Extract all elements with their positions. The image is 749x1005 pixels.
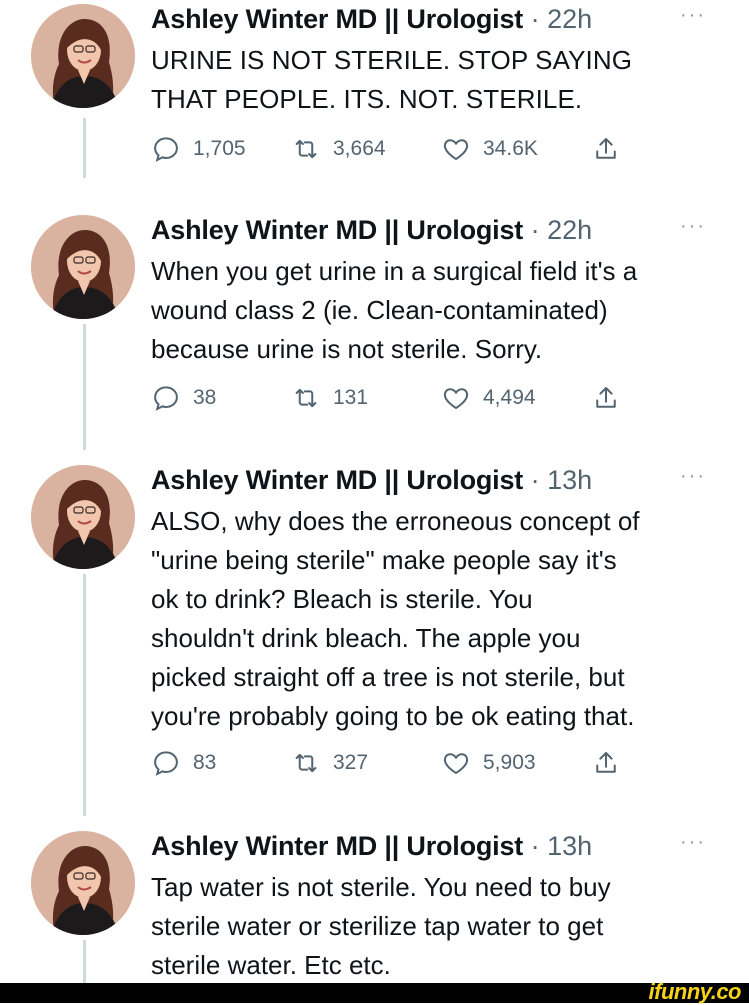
avatar[interactable] — [31, 215, 135, 319]
watermark-bar: ifunny.co — [0, 979, 749, 1004]
tweet-line: picked straight off a tree is not steril… — [151, 662, 625, 692]
like-button[interactable]: 4,494 — [441, 379, 536, 417]
timestamp[interactable]: 13h — [547, 831, 592, 861]
timestamp[interactable]: 22h — [547, 4, 592, 34]
share-icon — [596, 138, 616, 159]
author-name[interactable]: Ashley Winter MD || Urologist — [151, 215, 523, 245]
separator: · — [530, 215, 540, 245]
ifunny-watermark: ifunny.co — [648, 979, 742, 1004]
retweet-count: 3,664 — [333, 137, 386, 160]
separator: · — [530, 465, 540, 495]
tweet-line: sterile water. Etc etc. — [151, 950, 391, 980]
tweet-line: "urine being sterile" make people say it… — [151, 545, 617, 575]
reply-icon — [154, 137, 178, 162]
share-icon — [596, 387, 616, 408]
retweet-button[interactable]: 327 — [291, 744, 368, 782]
tweet-actions: 1,705 3,664 34.6K — [151, 130, 651, 168]
share-icon — [596, 752, 616, 773]
like-icon — [443, 388, 469, 410]
reply-count: 38 — [193, 386, 217, 409]
reply-button[interactable]: 83 — [151, 744, 216, 782]
tweet-line: URINE IS NOT STERILE. STOP SAYING — [151, 45, 633, 75]
tweet-line: you're probably going to be ok eating th… — [151, 701, 635, 731]
retweet-count: 131 — [333, 386, 369, 409]
tweet-line: shouldn't drink bleach. The apple you — [151, 623, 581, 653]
retweet-icon — [295, 753, 317, 773]
tweet-header: Ashley Winter MD || Urologist · 13h — [151, 827, 592, 865]
tweet-actions: 38 131 4,494 — [151, 379, 651, 417]
more-icon[interactable]: ··· — [680, 461, 706, 491]
like-button[interactable]: 34.6K — [441, 130, 538, 168]
tweet-header: Ashley Winter MD || Urologist · 13h — [151, 461, 592, 499]
like-count: 34.6K — [483, 137, 538, 160]
share-button[interactable] — [591, 379, 633, 417]
tweet-line: Tap water is not sterile. You need to bu… — [151, 872, 611, 902]
thread-connector — [83, 324, 86, 450]
reply-button[interactable]: 38 — [151, 379, 216, 417]
timestamp[interactable]: 13h — [547, 465, 592, 495]
tweet-line: because urine is not sterile. Sorry. — [151, 334, 543, 364]
tweet-thread: Ashley Winter MD || Urologist · 22h ··· … — [0, 0, 749, 983]
reply-icon — [154, 751, 178, 776]
thread-connector — [83, 118, 86, 178]
retweet-icon — [295, 139, 317, 159]
tweet-line: THAT PEOPLE. ITS. NOT. STERILE. — [151, 84, 583, 114]
share-button[interactable] — [591, 130, 633, 168]
tweet-line: When you get urine in a surgical field i… — [151, 256, 638, 286]
tweet-header: Ashley Winter MD || Urologist · 22h — [151, 0, 592, 38]
author-name[interactable]: Ashley Winter MD || Urologist — [151, 465, 523, 495]
tweet-text: Tap water is not sterile. You need to bu… — [151, 868, 741, 983]
reply-count: 1,705 — [193, 137, 246, 160]
share-button[interactable] — [591, 744, 633, 782]
thread-connector — [83, 574, 86, 816]
retweet-button[interactable]: 131 — [291, 379, 368, 417]
retweet-icon — [295, 388, 317, 408]
author-name[interactable]: Ashley Winter MD || Urologist — [151, 831, 523, 861]
author-name[interactable]: Ashley Winter MD || Urologist — [151, 4, 523, 34]
tweet-line: wound class 2 (ie. Clean-contaminated) — [151, 295, 608, 325]
reply-count: 83 — [193, 751, 217, 774]
retweet-button[interactable]: 3,664 — [291, 130, 386, 168]
avatar[interactable] — [31, 465, 135, 569]
tweet-text: ALSO, why does the erroneous concept of … — [151, 502, 741, 736]
more-icon[interactable]: ··· — [680, 211, 706, 241]
more-icon[interactable]: ··· — [680, 827, 706, 857]
tweet-actions: 83 327 5,903 — [151, 744, 651, 782]
avatar[interactable] — [31, 4, 135, 108]
timestamp[interactable]: 22h — [547, 215, 592, 245]
tweet-header: Ashley Winter MD || Urologist · 22h — [151, 211, 592, 249]
like-icon — [443, 753, 469, 775]
reply-button[interactable]: 1,705 — [151, 130, 246, 168]
tweet-line: ALSO, why does the erroneous concept of — [151, 506, 640, 536]
thread-connector — [83, 940, 86, 983]
tweet-line: sterile water or sterilize tap water to … — [151, 911, 604, 941]
retweet-count: 327 — [333, 751, 369, 774]
reply-icon — [154, 386, 178, 411]
separator: · — [530, 831, 540, 861]
like-count: 5,903 — [483, 751, 536, 774]
like-button[interactable]: 5,903 — [441, 744, 536, 782]
tweet-text: When you get urine in a surgical field i… — [151, 252, 741, 369]
like-count: 4,494 — [483, 386, 536, 409]
tweet-line: ok to drink? Bleach is sterile. You — [151, 584, 533, 614]
avatar[interactable] — [31, 831, 135, 935]
more-icon[interactable]: ··· — [680, 0, 706, 30]
tweet-text: URINE IS NOT STERILE. STOP SAYING THAT P… — [151, 41, 741, 119]
like-icon — [443, 139, 469, 161]
separator: · — [530, 4, 540, 34]
